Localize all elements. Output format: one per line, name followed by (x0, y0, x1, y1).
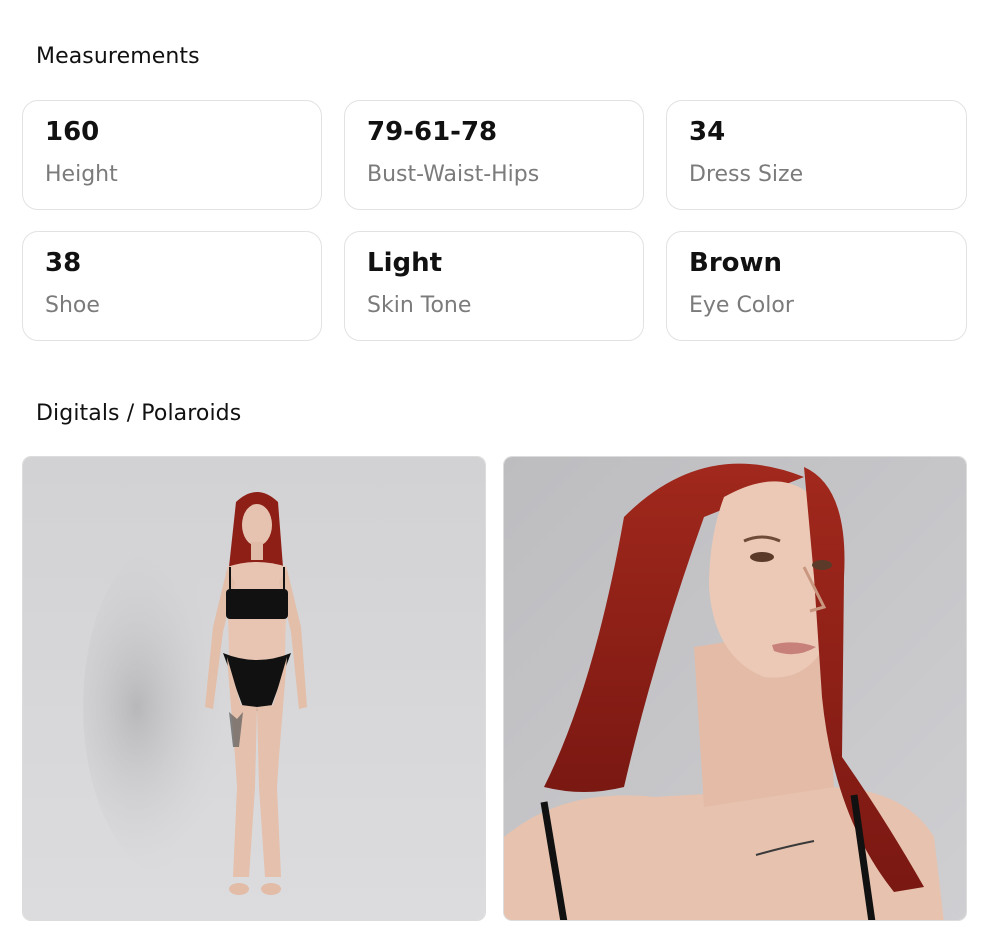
measurement-label: Eye Color (689, 293, 794, 318)
measurement-value: 79-61-78 (367, 117, 498, 147)
digitals-heading: Digitals / Polaroids (36, 401, 242, 426)
measurement-card-bust-waist-hips: 79-61-78 Bust-Waist-Hips (344, 100, 644, 210)
measurement-card-height: 160 Height (22, 100, 322, 210)
measurement-label: Shoe (45, 293, 100, 318)
portrait-illustration (504, 457, 966, 920)
measurement-label: Skin Tone (367, 293, 472, 318)
measurement-card-shoe: 38 Shoe (22, 231, 322, 341)
measurement-label: Height (45, 162, 118, 187)
measurement-value: 38 (45, 248, 82, 278)
measurement-value: Brown (689, 248, 783, 278)
digital-photo-full-body[interactable] (22, 456, 486, 921)
measurements-grid: 160 Height 79-61-78 Bust-Waist-Hips 34 D… (22, 100, 967, 341)
measurement-card-eye-color: Brown Eye Color (666, 231, 967, 341)
digitals-gallery (22, 456, 967, 922)
measurement-card-dress-size: 34 Dress Size (666, 100, 967, 210)
measurement-value: 160 (45, 117, 100, 147)
digital-photo-portrait[interactable] (503, 456, 967, 921)
full-body-illustration (23, 457, 485, 920)
measurement-value: Light (367, 248, 443, 278)
measurement-card-skin-tone: Light Skin Tone (344, 231, 644, 341)
measurement-label: Dress Size (689, 162, 804, 187)
measurements-heading: Measurements (36, 44, 200, 69)
measurement-label: Bust-Waist-Hips (367, 162, 540, 187)
measurement-value: 34 (689, 117, 726, 147)
